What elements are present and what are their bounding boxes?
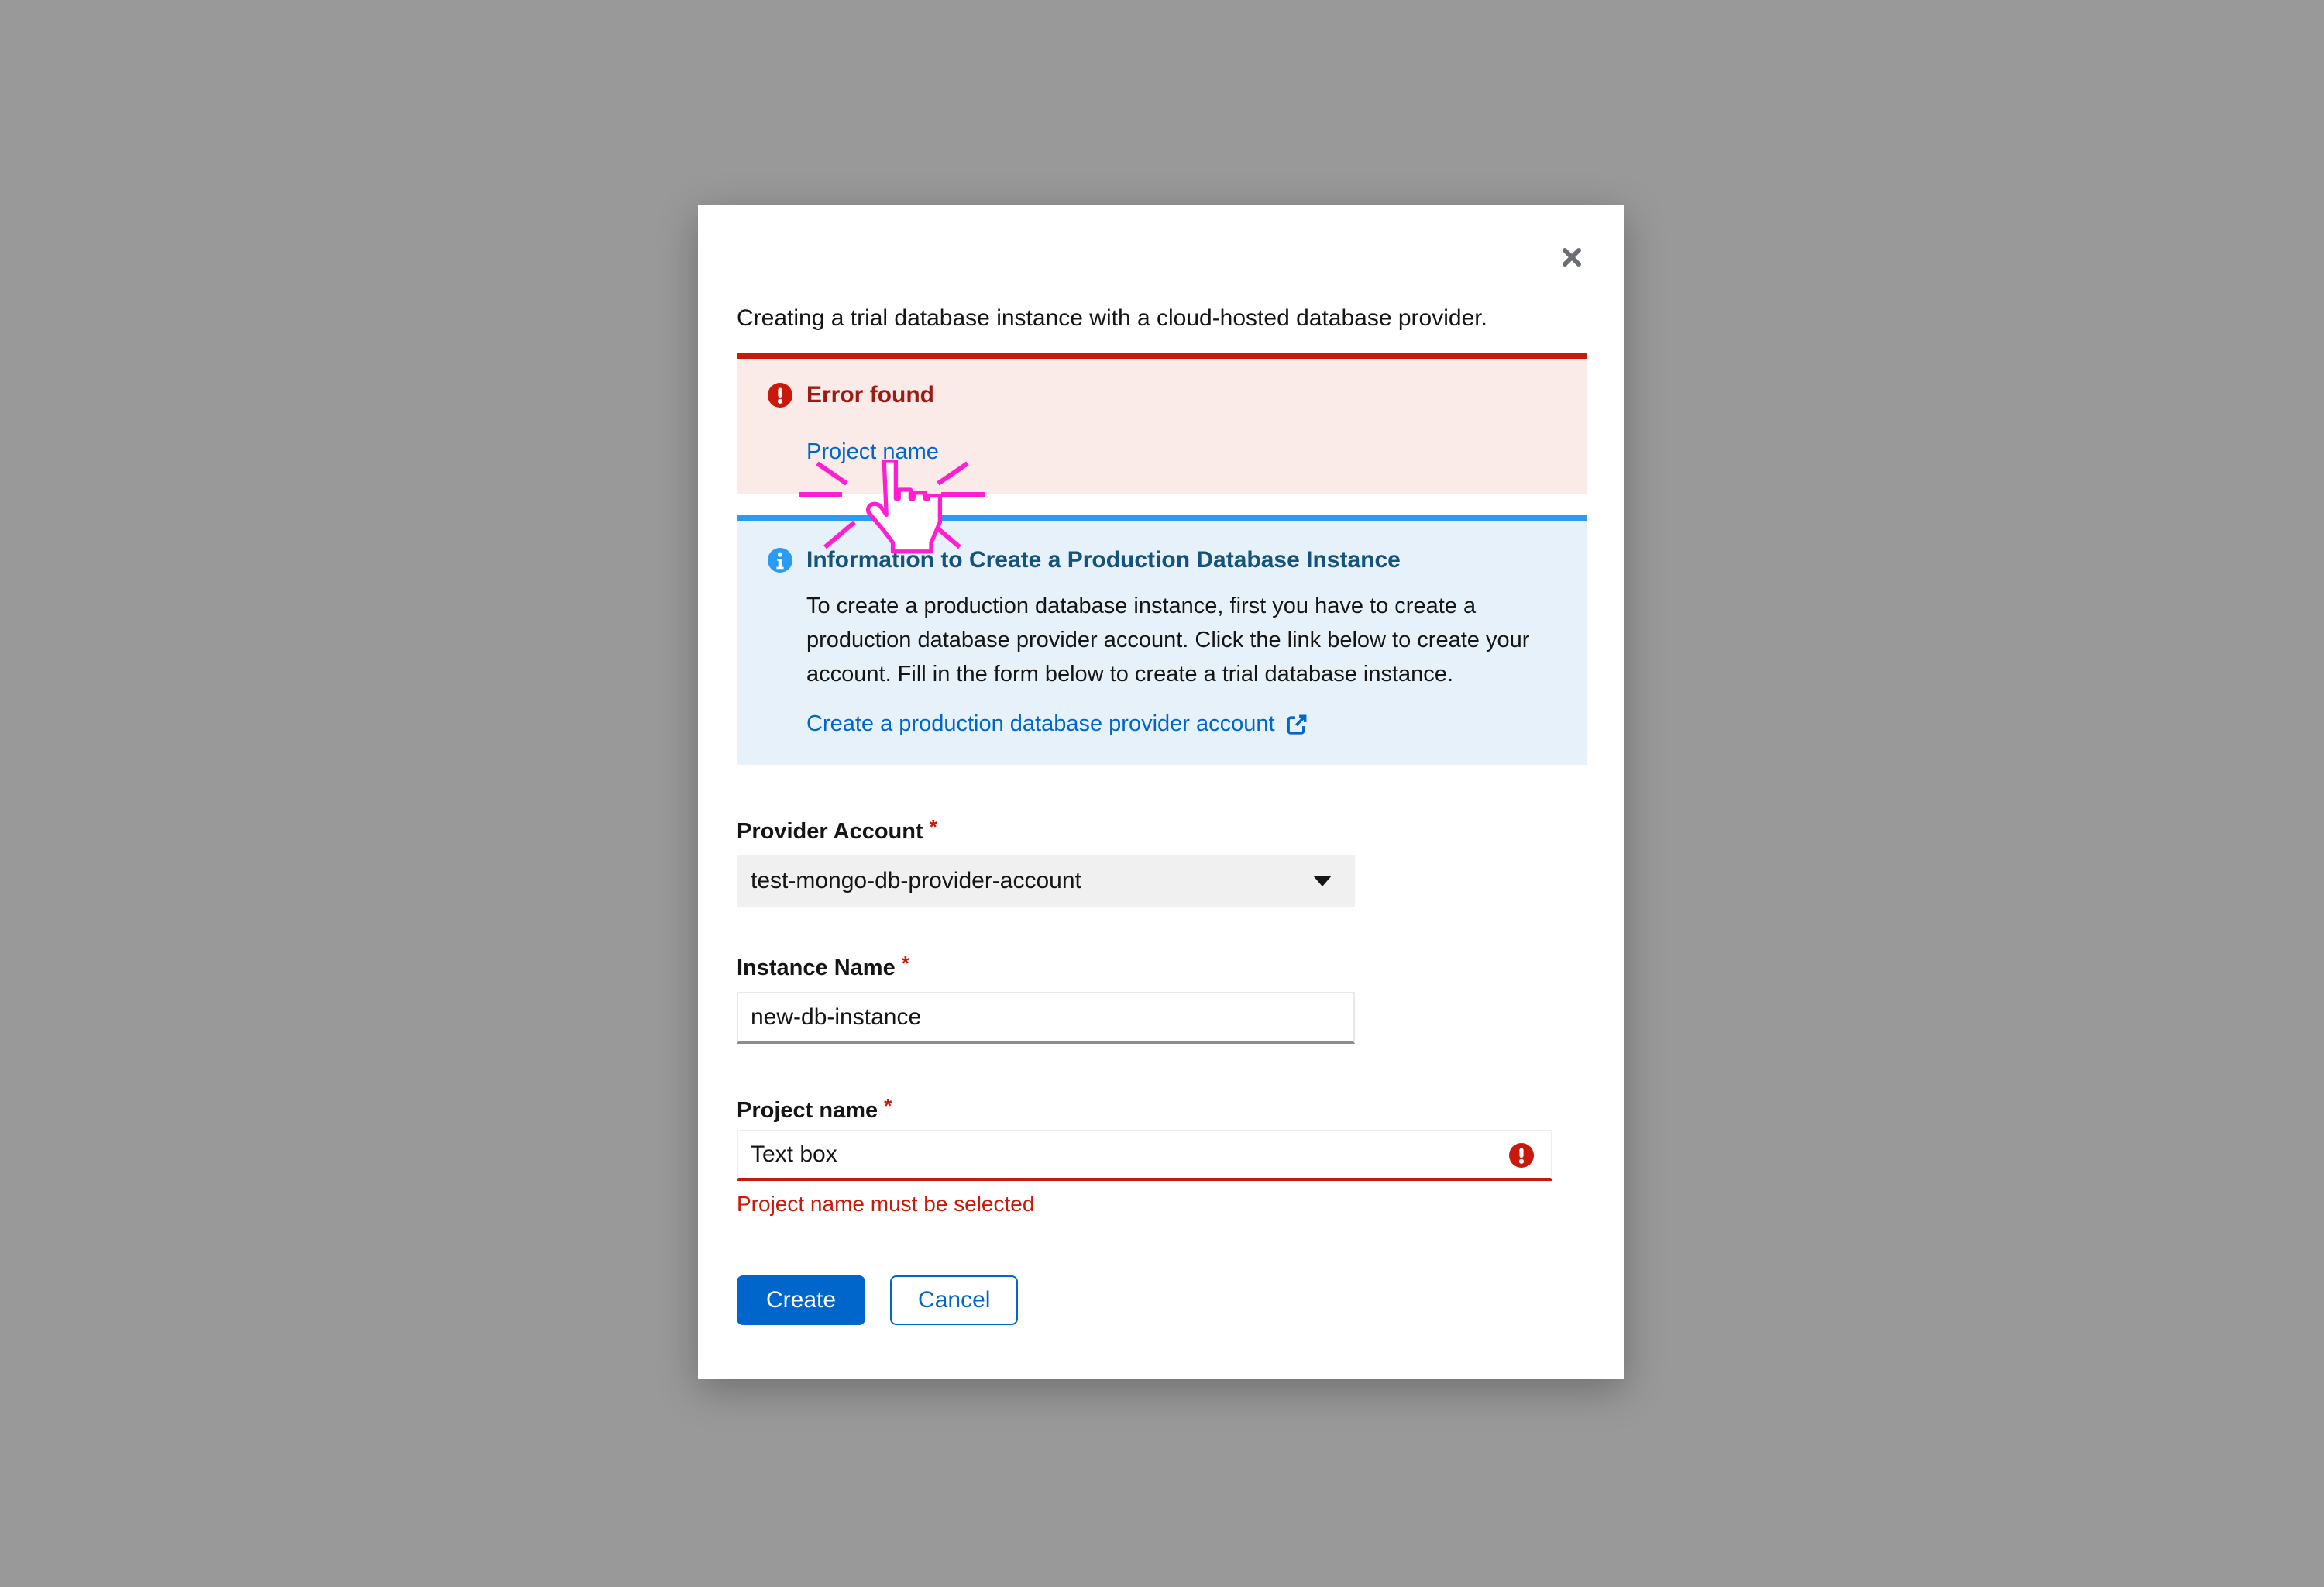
modal-description: Creating a trial database instance with … bbox=[737, 305, 1487, 331]
modal-actions: Create Cancel bbox=[737, 1275, 1624, 1325]
instance-name-label: Instance Name * bbox=[737, 952, 1587, 981]
create-database-instance-modal: Creating a trial database instance with … bbox=[698, 205, 1624, 1379]
project-name-input[interactable] bbox=[737, 1130, 1552, 1181]
close-icon bbox=[1563, 248, 1581, 267]
provider-account-label: Provider Account * bbox=[737, 815, 1587, 845]
project-name-label-text: Project name bbox=[737, 1098, 878, 1123]
instance-name-label-text: Instance Name bbox=[737, 955, 896, 980]
info-circle-icon bbox=[768, 548, 792, 573]
provider-account-select-value: test-mongo-db-provider-account bbox=[751, 868, 1081, 893]
info-body-line: production database provider account. Cl… bbox=[806, 628, 1530, 652]
info-alert: Information to Create a Production Datab… bbox=[737, 515, 1587, 765]
create-button[interactable]: Create bbox=[737, 1275, 866, 1325]
cancel-button[interactable]: Cancel bbox=[890, 1275, 1019, 1325]
info-alert-description: To create a production database instance… bbox=[806, 589, 1556, 737]
provider-account-link-row: Create a production database provider ac… bbox=[806, 711, 1556, 737]
info-alert-body: To create a production database instance… bbox=[806, 589, 1556, 691]
info-alert-header: Information to Create a Production Datab… bbox=[768, 547, 1556, 573]
error-alert-title: Error found bbox=[806, 382, 934, 408]
error-alert: Error found Project name bbox=[737, 353, 1587, 494]
project-name-label: Project name * bbox=[737, 1094, 1587, 1124]
provider-account-label-text: Provider Account bbox=[737, 819, 923, 844]
project-name-field bbox=[737, 1130, 1552, 1181]
instance-name-input[interactable] bbox=[737, 992, 1355, 1044]
project-name-error-link[interactable]: Project name bbox=[806, 439, 939, 464]
exclamation-circle-icon bbox=[768, 383, 792, 408]
close-button[interactable] bbox=[1553, 239, 1590, 276]
required-asterisk: * bbox=[884, 1094, 892, 1117]
error-alert-description: Project name bbox=[806, 439, 1556, 465]
field-error-exclamation-icon bbox=[1509, 1143, 1534, 1168]
required-asterisk: * bbox=[901, 952, 909, 975]
error-alert-header: Error found bbox=[768, 382, 1556, 408]
project-name-error-message: Project name must be selected bbox=[737, 1192, 1035, 1216]
info-body-line: To create a production database instance… bbox=[806, 594, 1477, 618]
create-provider-account-link[interactable]: Create a production database provider ac… bbox=[806, 711, 1275, 737]
external-link-icon bbox=[1286, 714, 1308, 735]
required-asterisk: * bbox=[929, 815, 937, 838]
chevron-down-icon bbox=[1313, 875, 1332, 887]
provider-account-select[interactable]: test-mongo-db-provider-account bbox=[737, 855, 1355, 907]
info-body-line: account. Fill in the form below to creat… bbox=[806, 662, 1453, 687]
info-alert-title: Information to Create a Production Datab… bbox=[806, 547, 1401, 573]
